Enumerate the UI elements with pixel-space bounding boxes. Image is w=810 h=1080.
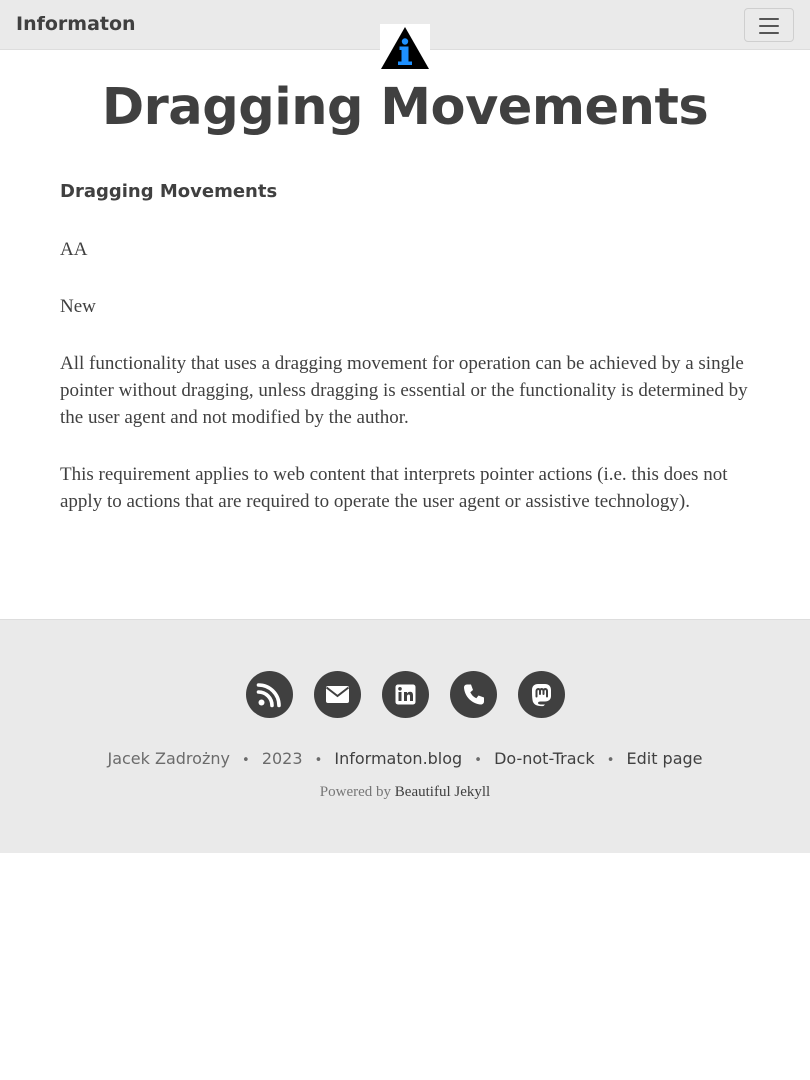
body-paragraph: This requirement applies to web content …	[60, 464, 728, 512]
copyright-year: 2023	[261, 749, 303, 768]
footer-meta: Jacek Zadrożny • 2023 • Informaton.blog …	[0, 749, 810, 768]
site-logo[interactable]	[380, 24, 430, 70]
phone-icon	[464, 684, 484, 705]
blog-link[interactable]: Informaton.blog	[334, 749, 462, 768]
do-not-track-link[interactable]: Do-not-Track	[494, 749, 595, 768]
level-text: AA	[60, 239, 88, 260]
hamburger-line	[759, 18, 779, 20]
information-triangle-icon	[381, 27, 429, 69]
status-text: New	[60, 296, 96, 317]
hamburger-line	[759, 25, 779, 27]
linkedin-link[interactable]	[382, 671, 429, 718]
body-paragraph: All functionality that uses a dragging m…	[60, 353, 748, 428]
separator: •	[606, 753, 615, 768]
page-title: Dragging Movements	[101, 78, 709, 137]
article-content: Dragging Movements AA New All functional…	[60, 178, 750, 545]
powered-by-text: Powered by	[319, 784, 392, 800]
beautiful-jekyll-link[interactable]: Beautiful Jekyll	[395, 784, 490, 800]
linkedin-icon	[395, 684, 416, 705]
hamburger-line	[759, 32, 779, 34]
email-link[interactable]	[314, 671, 361, 718]
section-heading: Dragging Movements	[60, 181, 278, 202]
footer: Jacek Zadrożny • 2023 • Informaton.blog …	[0, 619, 810, 853]
menu-toggle-button[interactable]	[744, 8, 794, 42]
mastodon-link[interactable]	[518, 671, 565, 718]
mastodon-icon	[532, 684, 551, 707]
separator: •	[314, 753, 323, 768]
rss-icon	[256, 683, 281, 708]
author-name: Jacek Zadrożny	[107, 749, 230, 768]
phone-link[interactable]	[450, 671, 497, 718]
brand-link[interactable]: Informaton	[16, 13, 136, 35]
rss-link[interactable]	[246, 671, 293, 718]
separator: •	[242, 753, 250, 768]
envelope-icon	[325, 686, 350, 703]
powered-by: Powered by Beautiful Jekyll	[0, 784, 810, 801]
social-links	[246, 671, 566, 719]
separator: •	[474, 753, 482, 768]
edit-page-link[interactable]: Edit page	[626, 749, 702, 768]
